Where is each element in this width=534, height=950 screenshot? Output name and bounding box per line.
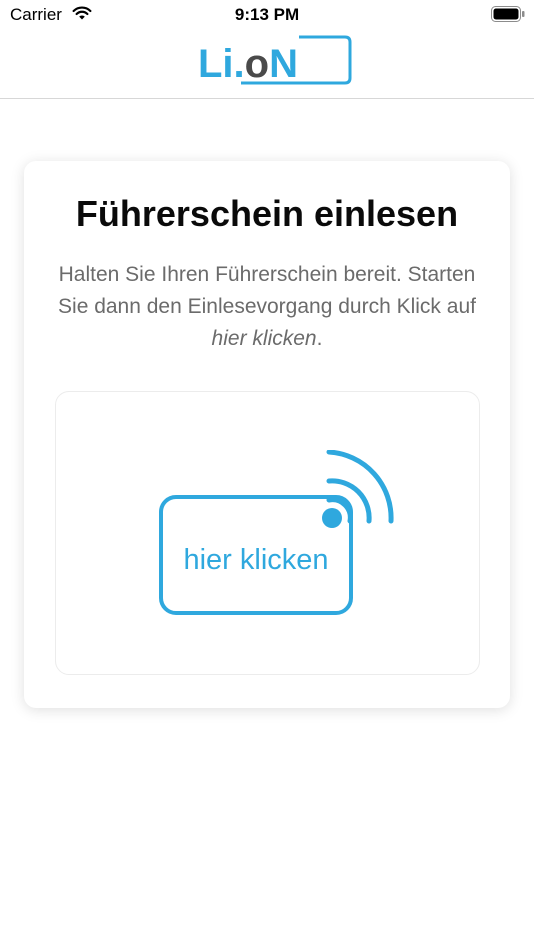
card-instructions: Halten Sie Ihren Führerschein bereit. St… xyxy=(54,259,480,355)
instructions-end: . xyxy=(316,327,323,350)
scan-button[interactable]: hier klicken xyxy=(55,391,480,675)
logo-text: Li.oN xyxy=(198,42,298,86)
scan-button-label: hier klicken xyxy=(183,544,329,576)
status-time: 9:13 PM xyxy=(234,5,300,24)
nfc-card-icon xyxy=(159,450,394,615)
status-bar: Carrier 9:13 PM xyxy=(0,0,534,30)
battery-icon xyxy=(491,6,525,27)
navigation-bar: Li.oN xyxy=(0,30,534,99)
instructions-emphasis: hier klicken xyxy=(211,327,317,350)
instructions-lead: Halten Sie Ihren Führerschein bereit. St… xyxy=(58,263,476,318)
card-title: Führerschein einlesen xyxy=(75,193,459,234)
license-scan-card: Führerschein einlesen Halten Sie Ihren F… xyxy=(24,161,510,708)
lion-logo: Li.oN xyxy=(198,35,352,86)
